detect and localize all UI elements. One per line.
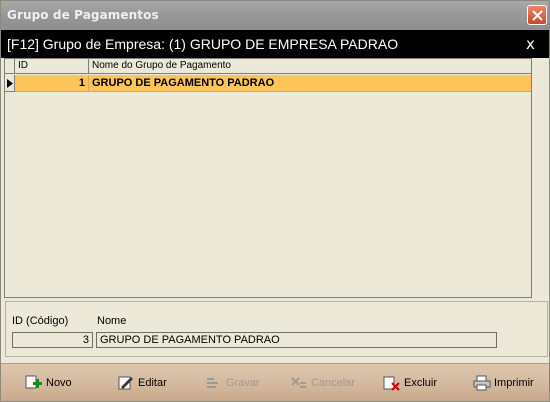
editar-button[interactable]: Editar (117, 373, 167, 393)
grid-header-indicator (5, 59, 15, 73)
name-label: Nome (97, 315, 127, 327)
row-indicator (5, 75, 15, 92)
table-row[interactable]: 1 GRUPO DE PAGAMENTO PADRAO (5, 75, 531, 92)
column-header-name[interactable]: Nome do Grupo de Pagamento (89, 59, 531, 73)
novo-label: Novo (46, 377, 72, 389)
title-bar[interactable]: Grupo de Pagamentos (1, 1, 549, 30)
column-header-id[interactable]: ID (15, 59, 89, 73)
novo-button[interactable]: Novo (25, 373, 72, 393)
imprimir-label: Imprimir (494, 377, 534, 389)
window-title: Grupo de Pagamentos (7, 8, 159, 22)
close-icon (532, 10, 543, 21)
id-field[interactable]: 3 (12, 332, 93, 348)
print-icon (473, 375, 491, 391)
excluir-label: Excluir (404, 377, 438, 389)
edit-form: ID (Código) Nome 3 GRUPO DE PAGAMENTO PA… (5, 301, 548, 357)
gravar-label: Gravar (226, 377, 260, 389)
row-name-cell[interactable]: GRUPO DE PAGAMENTO PADRAO (89, 75, 531, 92)
save-icon (205, 375, 223, 391)
company-group-bar[interactable]: [F12] Grupo de Empresa: (1) GRUPO DE EMP… (1, 30, 549, 58)
name-field[interactable]: GRUPO DE PAGAMENTO PADRAO (96, 332, 497, 348)
row-id-cell[interactable]: 1 (15, 75, 89, 92)
id-label: ID (Código) (12, 315, 69, 327)
action-toolbar: Novo Editar Gravar Cancelar Excluir Impr… (1, 363, 549, 401)
edit-icon (117, 375, 135, 391)
cancelar-label: Cancelar (311, 377, 356, 389)
add-icon (25, 375, 43, 391)
current-row-arrow-icon (7, 79, 13, 88)
gravar-button[interactable]: Gravar (205, 373, 260, 393)
grid-header: ID Nome do Grupo de Pagamento (5, 59, 531, 74)
grid-scroll-area (532, 58, 549, 298)
excluir-button[interactable]: Excluir (383, 373, 437, 393)
company-group-label: [F12] Grupo de Empresa: (1) GRUPO DE EMP… (7, 36, 399, 52)
editar-label: Editar (138, 377, 167, 389)
window: Grupo de Pagamentos [F12] Grupo de Empre… (0, 0, 550, 402)
group-bar-close-button[interactable]: x (526, 35, 535, 53)
cancelar-button[interactable]: Cancelar (290, 373, 355, 393)
payment-groups-grid[interactable]: ID Nome do Grupo de Pagamento 1 GRUPO DE… (4, 58, 532, 298)
window-close-button[interactable] (527, 5, 547, 25)
delete-icon (383, 375, 401, 391)
cancel-icon (290, 375, 308, 391)
imprimir-button[interactable]: Imprimir (473, 373, 534, 393)
